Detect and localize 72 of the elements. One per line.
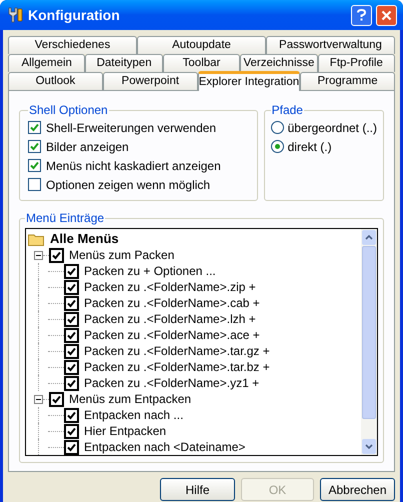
checkmark-icon [30,142,39,151]
window-title: Konfiguration [28,6,121,25]
tab[interactable]: Verzeichnisse [240,54,318,72]
checkbox[interactable] [64,376,79,390]
checkbox-label: Shell-Erweiterungen verwenden [46,120,216,136]
tree-item[interactable]: Menüs zum Packen [69,246,174,264]
checkbox[interactable] [28,159,41,172]
folder-icon [28,232,44,246]
tab[interactable]: Allgemein [8,54,86,72]
collapse-icon[interactable] [34,250,43,260]
tab[interactable]: Passwortverwaltung [266,36,395,54]
tree-item[interactable]: Entpacken nach ... [84,406,184,424]
checkbox[interactable] [64,312,79,326]
checkbox-label: Optionen zeigen wenn möglich [46,176,210,194]
tab[interactable]: Toolbar [162,54,240,72]
tree-item[interactable]: Packen zu + Optionen ... [84,262,216,280]
tab[interactable]: Powerpoint [102,72,198,90]
checkbox[interactable] [64,264,79,278]
tab[interactable]: Programme [300,72,395,90]
checkmark-icon [30,123,39,132]
wrench-icon [6,6,24,24]
radio-button[interactable] [270,121,284,134]
tree-item[interactable]: Alle Menüs [50,229,119,249]
checkbox[interactable] [64,360,79,374]
dialog-button[interactable]: Hilfe [160,478,235,501]
scroll-thumb[interactable] [362,246,376,419]
radio-button[interactable] [270,140,284,153]
tab[interactable]: Dateitypen [85,54,163,72]
checkbox-label: Menüs nicht kaskadiert anzeigen [46,158,221,174]
tree-item[interactable]: Packen zu .<FolderName>.zip + [84,278,256,296]
tree-item[interactable]: Menüs zum Entpacken [69,390,192,408]
checkbox[interactable] [64,424,79,438]
scroll-up-icon[interactable] [362,230,376,245]
tab[interactable]: Verschiedenes [8,36,137,54]
tree-item[interactable]: Packen zu .<FolderName>.ace + [84,326,260,344]
radio-label: direkt (.) [288,138,332,156]
checkbox[interactable] [28,140,41,153]
tab[interactable]: Explorer Integration [198,71,300,91]
checkbox-label: Bilder anzeigen [46,138,129,156]
checkbox[interactable] [64,280,79,294]
checkbox[interactable] [64,408,79,422]
collapse-icon[interactable] [34,394,43,404]
checkbox[interactable] [28,121,41,134]
checkbox[interactable] [49,392,64,406]
help-icon [357,9,366,21]
tab[interactable]: Autoupdate [137,36,266,54]
checkbox[interactable] [64,328,79,342]
tab[interactable]: Ftp-Profile [318,54,396,72]
tree-item[interactable]: Packen zu .<FolderName>.tar.gz + [84,342,270,360]
radio-label: übergeordnet (..) [288,120,377,136]
tree-item[interactable]: Packen zu .<FolderName>.yz1 + [84,374,260,392]
scrollbar[interactable] [361,229,377,455]
scroll-down-icon[interactable] [362,439,376,454]
checkbox[interactable] [28,178,41,191]
group-title: Pfade [270,102,304,119]
tree-item[interactable]: Packen zu .<FolderName>.cab + [84,294,260,312]
checkbox[interactable] [64,440,79,454]
checkmark-icon [30,161,39,170]
tree-item[interactable]: Packen zu .<FolderName>.tar.bz + [84,358,270,376]
checkbox[interactable] [64,296,79,310]
checkbox[interactable] [64,344,79,358]
group-title: Menü Einträge [25,210,106,227]
checkbox[interactable] [49,248,64,262]
tree-item[interactable]: Hier Entpacken [84,422,166,440]
tree-item[interactable]: Packen zu .<FolderName>.lzh + [84,310,256,328]
group-title: Shell Optionen [28,102,109,119]
close-icon [381,10,392,20]
dialog-button[interactable]: Abbrechen [320,478,395,501]
tree-item[interactable]: Entpacken nach <Dateiname> [84,438,246,455]
help-button[interactable] [351,4,372,26]
tab[interactable]: Outlook [8,72,103,90]
close-button[interactable] [376,4,397,26]
